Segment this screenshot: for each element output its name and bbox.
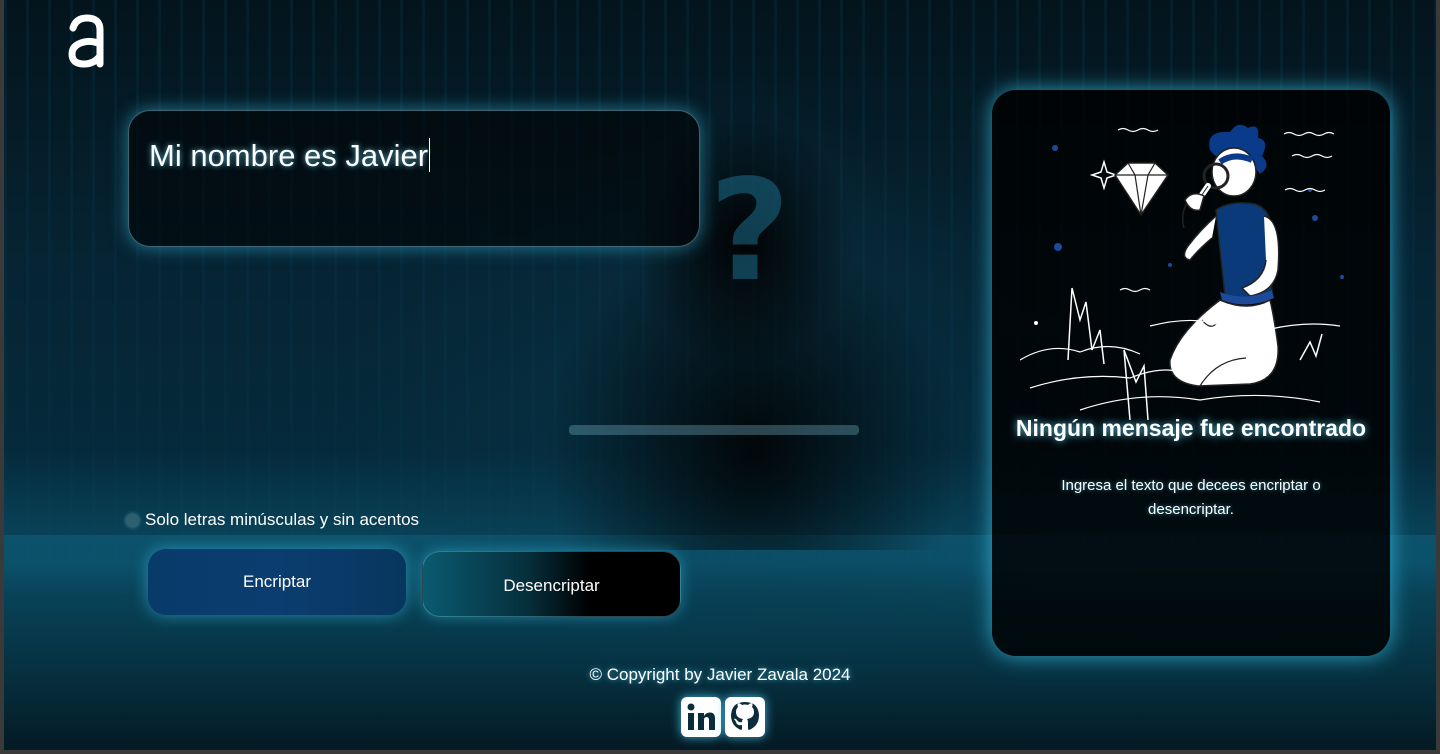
info-dot-icon bbox=[126, 513, 139, 527]
encrypt-button[interactable]: Encriptar bbox=[148, 549, 406, 615]
background-laptop bbox=[569, 425, 859, 435]
linkedin-icon bbox=[687, 703, 715, 730]
text-caret bbox=[429, 138, 431, 172]
input-hint: Solo letras minúsculas y sin acentos bbox=[126, 510, 419, 530]
encrypt-button-label: Encriptar bbox=[242, 572, 312, 591]
footer-copyright: © Copyright by Javier Zavala 2024 bbox=[589, 665, 851, 684]
window-frame: ? Mi nombre es Javier Solo letras minúsc… bbox=[0, 0, 1440, 754]
result-panel: Ningún mensaje fue encontrado Ingresa el… bbox=[992, 90, 1390, 656]
logo-icon bbox=[68, 14, 104, 68]
message-textarea-value: Mi nombre es Javier bbox=[149, 138, 429, 173]
result-subtitle: Ingresa el texto que decees encriptar o … bbox=[1061, 477, 1321, 518]
decrypt-button[interactable]: Desencriptar bbox=[422, 551, 681, 617]
github-icon bbox=[731, 702, 759, 730]
background-question-mark: ? bbox=[709, 150, 791, 313]
page-viewport: ? Mi nombre es Javier Solo letras minúsc… bbox=[4, 0, 1436, 750]
decrypt-button-label: Desencriptar bbox=[503, 576, 600, 595]
search-person-illustration bbox=[1020, 124, 1344, 420]
linkedin-link[interactable] bbox=[681, 697, 721, 737]
hint-text: Solo letras minúsculas y sin acentos bbox=[145, 510, 420, 529]
github-link[interactable] bbox=[725, 697, 765, 737]
message-textarea[interactable]: Mi nombre es Javier bbox=[128, 110, 700, 247]
result-title: Ningún mensaje fue encontrado bbox=[1015, 415, 1367, 441]
site-logo[interactable] bbox=[66, 14, 108, 70]
